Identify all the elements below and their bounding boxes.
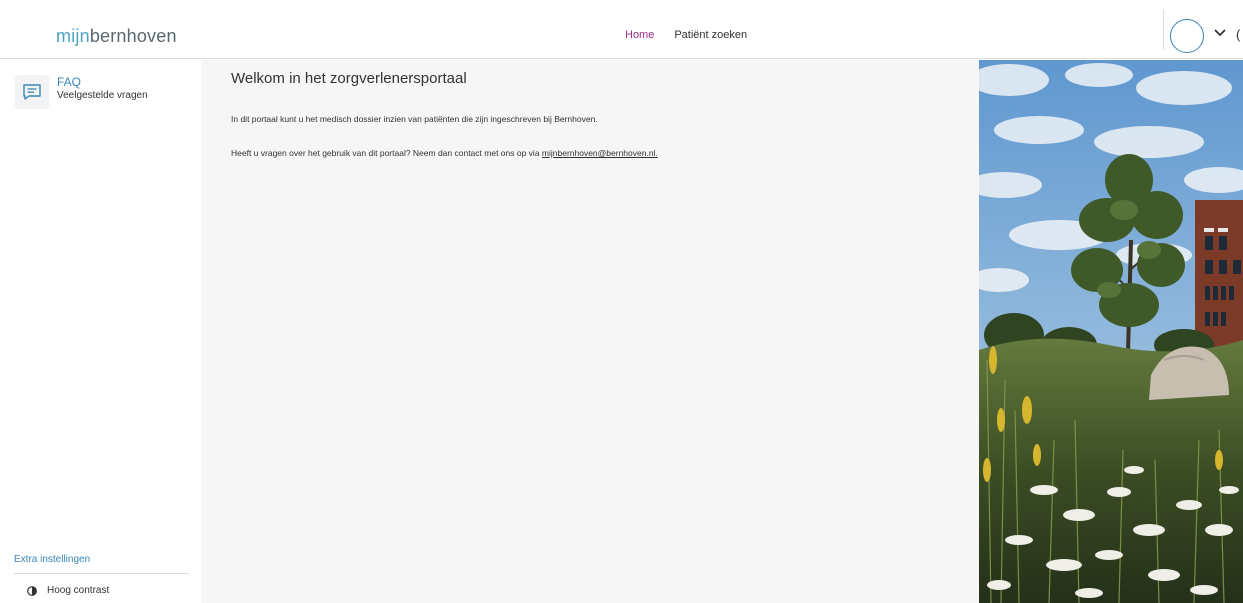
nav-home[interactable]: Home (625, 29, 654, 41)
contrast-icon (27, 585, 37, 596)
intro-text: In dit portaal kunt u het medisch dossie… (231, 114, 598, 124)
extra-settings-label: Extra instellingen (14, 554, 91, 565)
sidebar: FAQ Veelgestelde vragen Extra instelling… (0, 60, 201, 603)
logo[interactable]: mijnbernhoven (56, 26, 177, 47)
main-nav: Home Patiënt zoeken (625, 29, 747, 41)
high-contrast-toggle[interactable]: Hoog contrast (27, 585, 109, 596)
chat-icon (15, 75, 49, 109)
email-link[interactable]: mijnbernhoven@bernhoven.nl. (542, 148, 658, 158)
contact-text: Heeft u vragen over het gebruik van dit … (231, 148, 658, 158)
nav-patient-zoeken[interactable]: Patiënt zoeken (674, 29, 747, 41)
chevron-down-icon[interactable] (1214, 29, 1226, 37)
faq-title: FAQ (57, 75, 82, 89)
page-title: Welkom in het zorgverlenersportaal (231, 70, 467, 87)
sidebar-item-faq[interactable]: FAQ Veelgestelde vragen (15, 75, 148, 109)
faq-subtitle: Veelgestelde vragen (57, 90, 148, 101)
main-content: Welkom in het zorgverlenersportaal In di… (201, 60, 979, 603)
hero-photo (979, 60, 1243, 603)
user-menu-label[interactable]: ( (1236, 27, 1240, 42)
high-contrast-label: Hoog contrast (47, 585, 110, 596)
top-header: mijnbernhoven Home Patiënt zoeken ( (0, 0, 1243, 59)
avatar[interactable] (1170, 19, 1204, 53)
header-divider (1163, 10, 1164, 50)
divider (14, 573, 189, 574)
